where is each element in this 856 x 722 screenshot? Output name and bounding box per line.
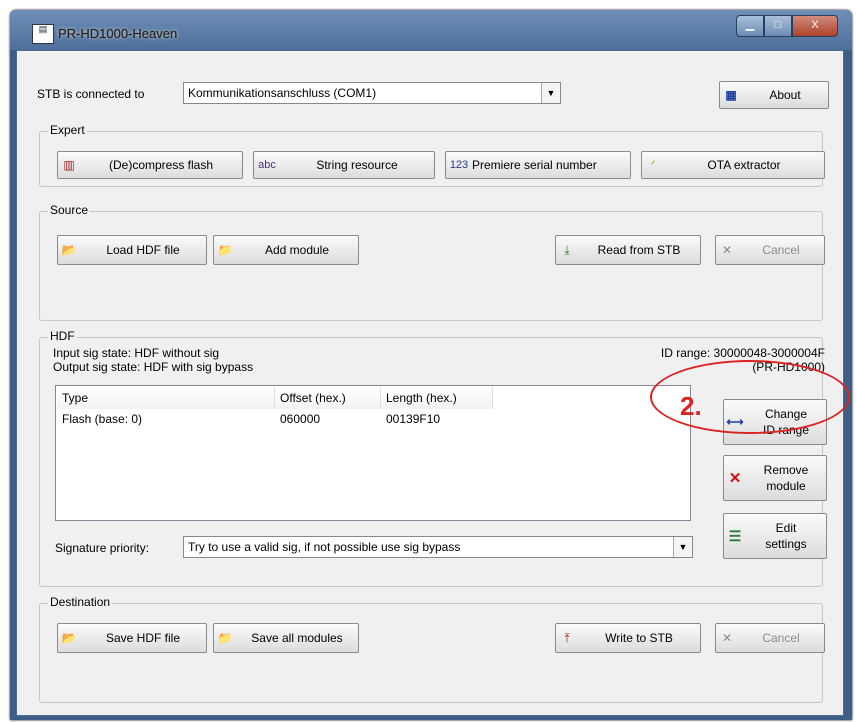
- edit-settings-label: Edit settings: [746, 520, 826, 552]
- add-folder-icon: 📁: [217, 243, 233, 257]
- numbers-icon: 123: [449, 159, 469, 171]
- save-hdf-button[interactable]: 📂 Save HDF file: [57, 623, 207, 653]
- caption-buttons: ▁ □ X: [736, 15, 838, 37]
- remove-line1: Remove: [763, 463, 809, 477]
- read-from-stb-button[interactable]: ⤓ Read from STB: [555, 235, 701, 265]
- remove-x-icon: ✕: [728, 470, 742, 487]
- minimize-button[interactable]: ▁: [736, 15, 764, 37]
- string-resource-label: String resource: [316, 158, 398, 172]
- destination-cancel-button[interactable]: ✕ Cancel: [715, 623, 825, 653]
- chevron-down-icon[interactable]: ▼: [673, 537, 692, 557]
- load-hdf-button[interactable]: 📂 Load HDF file: [57, 235, 207, 265]
- premiere-serial-label: Premiere serial number: [472, 158, 597, 172]
- app-icon: ▤: [32, 24, 54, 44]
- decompress-flash-button[interactable]: ▥ (De)compress flash: [57, 151, 243, 179]
- write-to-stb-label: Write to STB: [605, 631, 673, 645]
- ota-extractor-button[interactable]: ᐟ OTA extractor: [641, 151, 825, 179]
- save-all-modules-button[interactable]: 📁 Save all modules: [213, 623, 359, 653]
- input-sig-state: Input sig state: HDF without sig: [53, 346, 220, 360]
- remove-module-button[interactable]: ✕ Remove module: [723, 455, 827, 501]
- wand-icon: ᐟ: [650, 158, 656, 172]
- download-icon: ⤓: [564, 242, 570, 257]
- write-to-stb-button[interactable]: ⤒ Write to STB: [555, 623, 701, 653]
- add-module-button[interactable]: 📁 Add module: [213, 235, 359, 265]
- save-hdf-label: Save HDF file: [105, 631, 181, 645]
- cancel-x-icon: ✕: [721, 243, 733, 257]
- column-header-type[interactable]: Type: [57, 387, 275, 409]
- connection-dropdown[interactable]: Kommunikationsanschluss (COM1) ▼: [183, 82, 561, 104]
- row-length-cell[interactable]: 00139F10: [381, 412, 440, 426]
- save-all-modules-label: Save all modules: [251, 631, 343, 645]
- cancel-x-icon: ✕: [721, 631, 733, 645]
- connection-value: Kommunikationsanschluss (COM1): [188, 86, 377, 100]
- destination-group-title: Destination: [48, 595, 113, 609]
- chevron-down-icon[interactable]: ▼: [541, 83, 560, 103]
- premiere-serial-button[interactable]: 123 Premiere serial number: [445, 151, 631, 179]
- source-cancel-label: Cancel: [762, 243, 800, 257]
- remove-module-label: Remove module: [746, 462, 826, 494]
- annotation-number: 2.: [680, 391, 702, 421]
- source-group-title: Source: [48, 203, 91, 217]
- column-header-offset[interactable]: Offset (hex.): [275, 387, 381, 409]
- column-header-length[interactable]: Length (hex.): [381, 387, 493, 409]
- title-bar[interactable]: ▤ PR-HD1000-Heaven ▁ □ X: [10, 10, 852, 50]
- connection-label: STB is connected to: [37, 87, 145, 101]
- destination-cancel-label: Cancel: [762, 631, 800, 645]
- add-module-label: Add module: [264, 243, 330, 257]
- source-group: Source: [39, 203, 823, 321]
- read-from-stb-label: Read from STB: [597, 243, 681, 257]
- decompress-flash-label: (De)compress flash: [108, 158, 214, 172]
- hdf-group-title: HDF: [48, 329, 77, 343]
- folder-open-icon: 📂: [61, 243, 77, 257]
- about-label: About: [769, 88, 801, 102]
- destination-group: Destination: [39, 595, 823, 703]
- row-offset-cell[interactable]: 060000: [275, 412, 320, 426]
- edit-line1: Edit: [775, 521, 797, 535]
- save-all-icon: 📁: [217, 631, 233, 645]
- about-button[interactable]: ▦ About: [719, 81, 829, 109]
- save-folder-icon: 📂: [61, 631, 77, 645]
- ota-extractor-label: OTA extractor: [707, 158, 781, 172]
- upload-icon: ⤒: [564, 630, 570, 645]
- source-cancel-button[interactable]: ✕ Cancel: [715, 235, 825, 265]
- string-resource-button[interactable]: abc String resource: [253, 151, 435, 179]
- flash-chip-icon: ▥: [63, 158, 75, 172]
- about-icon: ▦: [725, 88, 737, 102]
- close-button[interactable]: X: [792, 15, 838, 37]
- sig-priority-value: Try to use a valid sig, if not possible …: [188, 540, 461, 554]
- row-type-cell[interactable]: Flash (base: 0): [57, 412, 142, 426]
- edit-settings-button[interactable]: ☰ Edit settings: [723, 513, 827, 559]
- module-list[interactable]: Type Offset (hex.) Length (hex.) Flash (…: [55, 385, 691, 521]
- maximize-button[interactable]: □: [764, 15, 792, 37]
- output-sig-state: Output sig state: HDF with sig bypass: [53, 360, 254, 374]
- edit-line2: settings: [765, 537, 807, 551]
- sig-priority-dropdown[interactable]: Try to use a valid sig, if not possible …: [183, 536, 693, 558]
- id-range-text: ID range: 30000048-3000004F: [660, 346, 825, 360]
- sig-priority-label: Signature priority:: [55, 541, 150, 555]
- abc-text-icon: abc: [258, 159, 276, 171]
- load-hdf-label: Load HDF file: [106, 243, 180, 257]
- remove-line2: module: [766, 479, 806, 493]
- settings-bars-icon: ☰: [728, 527, 742, 544]
- window-title: PR-HD1000-Heaven: [58, 26, 178, 41]
- expert-group-title: Expert: [48, 123, 87, 137]
